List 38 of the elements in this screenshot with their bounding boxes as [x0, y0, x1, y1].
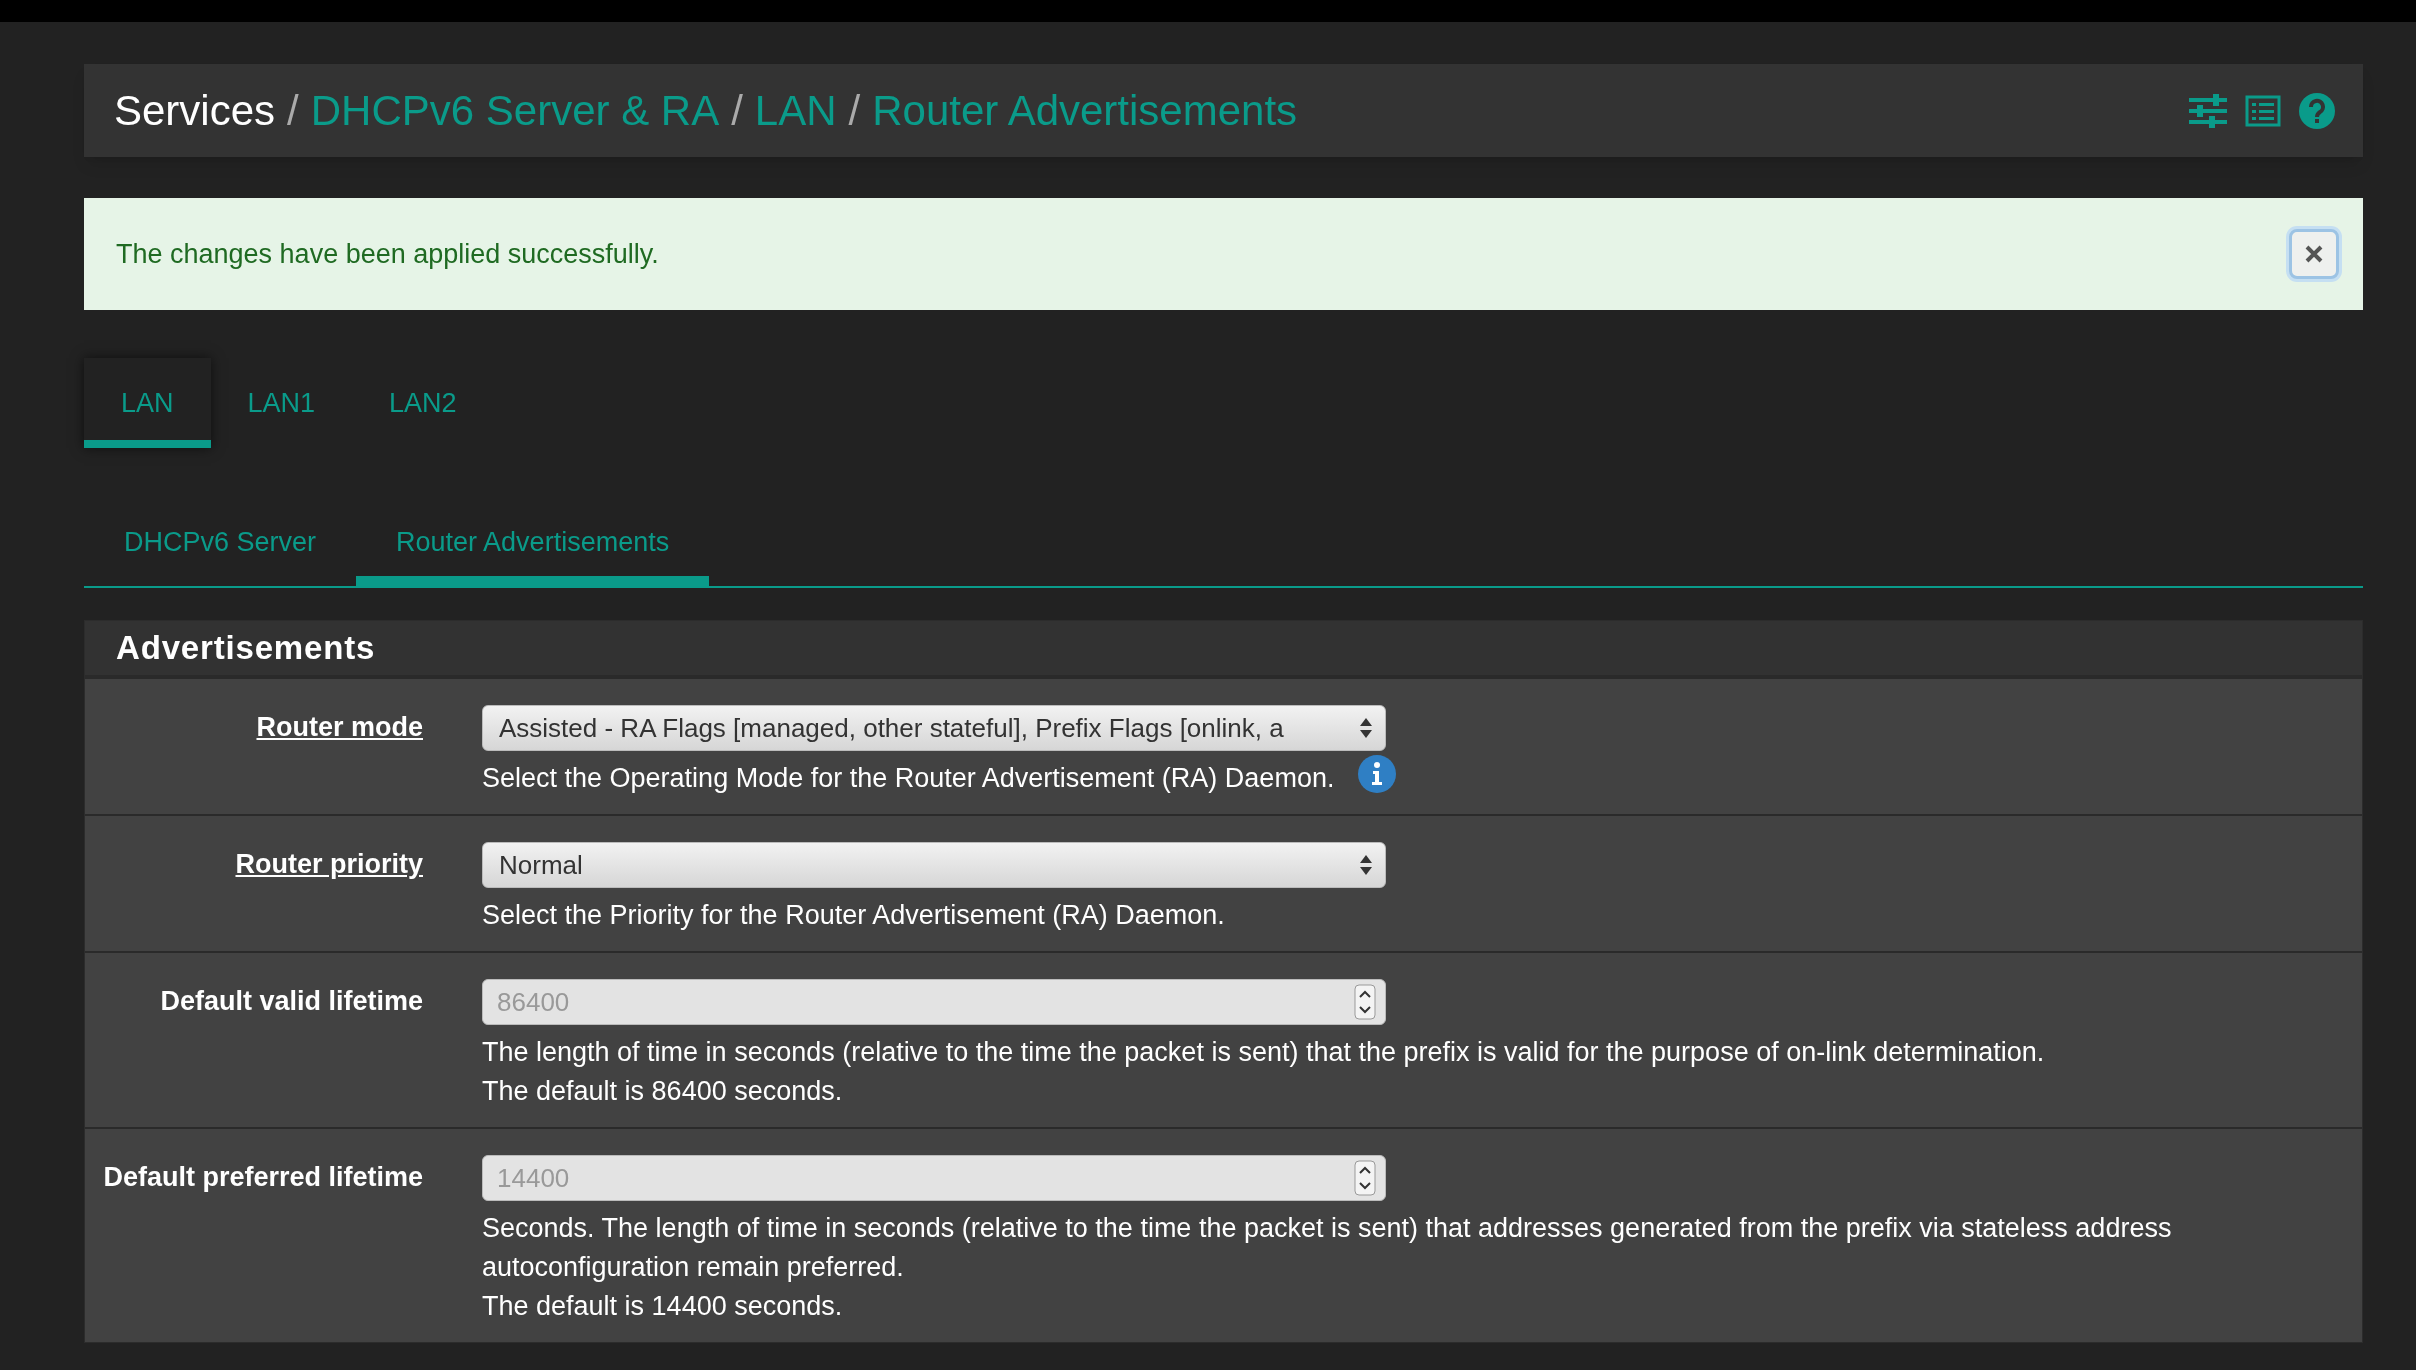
interface-tab[interactable]: LAN2 — [352, 358, 494, 448]
field-label-link[interactable]: Router mode — [256, 707, 423, 748]
help-icon[interactable] — [2299, 92, 2335, 129]
panel-title: Advertisements — [116, 628, 376, 669]
field-label-link[interactable]: Router priority — [235, 844, 423, 885]
interface-tab[interactable]: LAN1 — [210, 358, 353, 448]
interface-tab[interactable]: LAN — [84, 358, 211, 448]
field-label: Default preferred lifetime — [103, 1161, 423, 1194]
help-text: Seconds. The length of time in seconds (relative to the time the packet is sent) that addresses generated from the prefix via stateless address autoconfiguration remain preferred. — [482, 1212, 2173, 1284]
breadcrumb-link[interactable]: Router Advertisements — [872, 79, 1298, 142]
close-button[interactable] — [2289, 229, 2339, 279]
help-text: Select the Operating Mode for the Router Advertisement (RA) Daemon. — [482, 762, 1335, 795]
breadcrumb-link[interactable]: DHCPv6 Server & RA — [310, 79, 720, 142]
list-icon[interactable] — [2245, 94, 2281, 127]
help-text: The length of time in seconds (relative to the time the packet is sent) that the prefix is valid for the purpose of on-link determination. — [482, 1036, 2045, 1069]
sliders-icon[interactable] — [2189, 93, 2227, 128]
number-input[interactable]: 86400 — [482, 979, 1386, 1025]
number-input[interactable]: 14400 — [482, 1155, 1386, 1201]
spinner-icon[interactable] — [1354, 1160, 1376, 1196]
section-tab[interactable]: DHCPv6 Server — [84, 500, 357, 586]
alert-message: The changes have been applied successfully. — [116, 237, 659, 271]
dropdown-select[interactable]: Assisted - RA Flags [managed, other stateful], Prefix Flags [onlink, a — [482, 705, 1386, 751]
field-label: Default valid lifetime — [160, 985, 423, 1018]
breadcrumb-separator: / — [731, 86, 743, 136]
breadcrumb-item: Services — [114, 86, 276, 136]
help-text: The default is 86400 seconds. — [482, 1075, 843, 1108]
dropdown-select[interactable]: Normal — [482, 842, 1386, 888]
help-text: The default is 14400 seconds. — [482, 1290, 843, 1323]
breadcrumb-link[interactable]: LAN — [754, 79, 837, 142]
close-icon — [2304, 244, 2324, 264]
help-text: Select the Priority for the Router Advertisement (RA) Daemon. — [482, 899, 1225, 932]
info-icon[interactable] — [1358, 754, 1397, 793]
spinner-icon[interactable] — [1354, 984, 1376, 1020]
breadcrumb-separator: / — [848, 86, 861, 136]
updown-arrows-icon — [1359, 716, 1373, 740]
breadcrumb-separator: / — [287, 86, 299, 136]
updown-arrows-icon — [1359, 853, 1373, 877]
section-tab[interactable]: Router Advertisements — [356, 500, 710, 586]
